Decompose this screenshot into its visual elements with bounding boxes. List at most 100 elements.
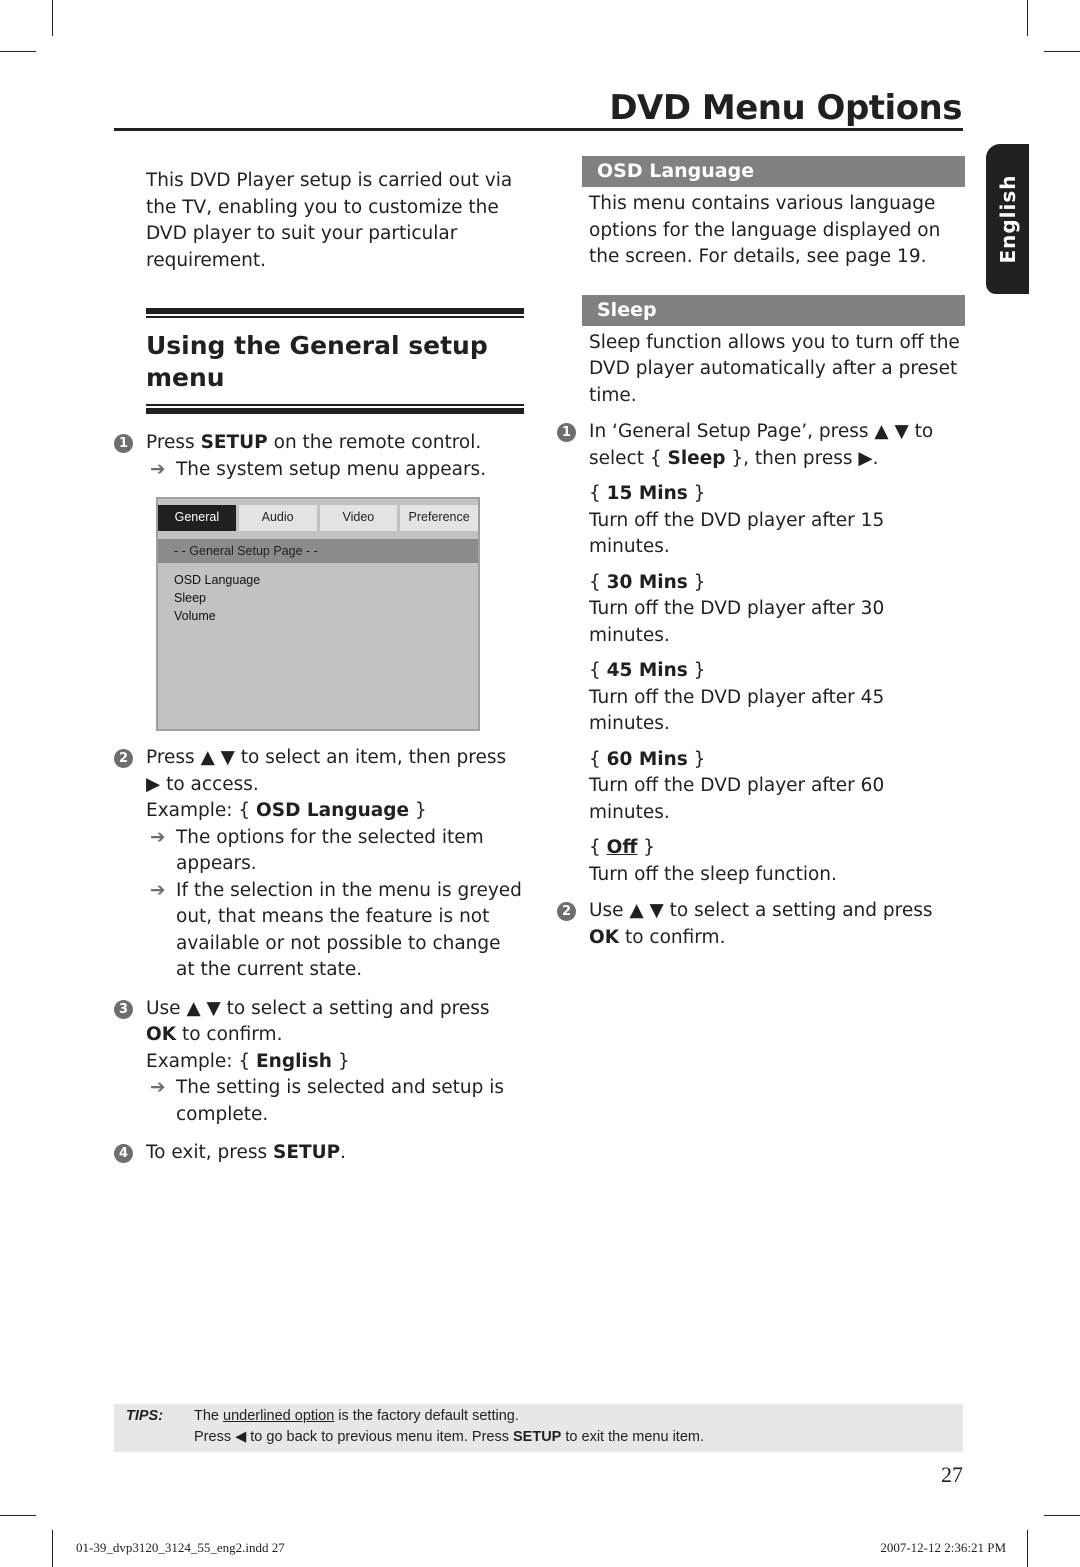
menu-page-title: - - General Setup Page - - (174, 544, 318, 558)
example-text: } (331, 1050, 350, 1072)
step-3: 3 Use ▲ ▼ to select a setting and press … (114, 996, 524, 1129)
section-title: Using the General setup menu (146, 331, 488, 392)
example-line: Example: { OSD Language } (146, 798, 524, 825)
step-result: ➔ If the selection in the menu is greyed… (146, 878, 524, 984)
sleep-option: { 15 Mins } Turn off the DVD player afte… (589, 481, 967, 561)
step-text: }, then press ▶. (725, 447, 879, 469)
menu-tab-general: General (158, 505, 236, 531)
sleep-option: { 30 Mins } Turn off the DVD player afte… (589, 570, 967, 650)
option-description: Turn off the DVD player after 30 minutes… (589, 598, 885, 646)
step-text: Press ▲ ▼ to select an item, then press … (146, 747, 507, 795)
option-description: Turn off the DVD player after 60 minutes… (589, 775, 885, 823)
tips-line-1: The underlined option is the factory def… (194, 1408, 519, 1424)
example-key: English (256, 1050, 332, 1072)
sleep-option: { 60 Mins } Turn off the DVD player afte… (589, 747, 967, 827)
heading-rule (146, 404, 524, 406)
print-slug-date: 2007-12-12 2:36:21 PM (880, 1540, 1006, 1555)
option-label: 15 Mins (606, 483, 688, 504)
option-label: 45 Mins (606, 660, 688, 681)
tips-text: to exit the menu item. (561, 1429, 705, 1445)
menu-tab-audio: Audio (238, 505, 317, 531)
example-text: Example: { (146, 1050, 257, 1072)
tips-line-2: Press ◀ to go back to previous menu item… (194, 1429, 704, 1445)
crop-mark (1044, 1515, 1080, 1516)
example-key: OSD Language (256, 800, 410, 821)
crop-mark (0, 1515, 36, 1516)
crop-mark (1044, 51, 1080, 52)
step-4: 4 To exit, press SETUP. (114, 1140, 524, 1167)
menu-tab-preference: Preference (400, 505, 478, 531)
result-text: If the selection in the menu is greyed o… (176, 879, 522, 981)
example-text: Example: { (146, 800, 257, 821)
step-result: ➔ The setting is selected and setup is c… (146, 1075, 524, 1128)
example-line: Example: { English } (146, 1049, 524, 1076)
menu-page-title-bar: - - General Setup Page - - (158, 539, 478, 563)
crop-mark (52, 1530, 53, 1567)
tips-label: TIPS: (126, 1408, 164, 1424)
sleep-description: Sleep function allows you to turn off th… (589, 331, 960, 406)
step-text: Use ▲ ▼ to select a setting and press (589, 900, 933, 921)
menu-item: Volume (174, 609, 216, 623)
step-text: To exit, press (146, 1142, 273, 1163)
step-text: on the remote control. (267, 432, 482, 453)
sleep-step-2: 2 Use ▲ ▼ to select a setting and press … (557, 898, 967, 951)
heading-rule (146, 308, 524, 314)
language-side-tab-label: English (995, 174, 1020, 264)
right-column: OSD Language This menu contains various … (557, 156, 967, 951)
tips-text: Press ◀ to go back to previous menu item… (194, 1429, 514, 1445)
step-1: 1 Press SETUP on the remote control. ➔ T… (114, 430, 524, 483)
option-label-default: Off (606, 837, 638, 858)
tips-box: TIPS: The underlined option is the facto… (114, 1404, 963, 1452)
sleep-option: { 45 Mins } Turn off the DVD player afte… (589, 658, 967, 738)
option-description: Turn off the DVD player after 15 minutes… (589, 509, 885, 558)
option-description: Turn off the sleep function. (589, 863, 837, 885)
crop-mark (1027, 1530, 1028, 1567)
step-number-badge: 2 (557, 902, 576, 921)
step-number-badge: 4 (114, 1144, 133, 1163)
arrow-right-icon: ➔ (150, 879, 166, 901)
option-label: 60 Mins (606, 748, 688, 770)
step-number-badge: 2 (114, 749, 133, 768)
result-text: The system setup menu appears. (176, 458, 487, 480)
crop-mark (0, 51, 36, 52)
page-title: DVD Menu Options (609, 88, 962, 128)
option-label: 30 Mins (606, 571, 688, 593)
step-result: ➔ The system setup menu appears. (146, 457, 524, 484)
example-text: } (409, 800, 427, 821)
left-column: This DVD Player setup is carried out via… (114, 168, 524, 1167)
result-text: The setting is selected and setup is com… (176, 1077, 505, 1125)
heading-rule (146, 316, 524, 318)
crop-mark (1027, 0, 1028, 36)
arrow-right-icon: ➔ (150, 458, 166, 480)
step-text: to confirm. (619, 926, 726, 948)
menu-item: OSD Language (174, 573, 261, 587)
section-heading-block: Using the General setup menu (146, 308, 524, 414)
key-name: Sleep (667, 447, 726, 469)
sleep-heading: Sleep (582, 294, 965, 326)
menu-tabs: General Audio Video Preference (158, 505, 478, 531)
step-text: Use ▲ ▼ to select a setting and press (146, 997, 490, 1019)
option-description: Turn off the DVD player after 45 minutes… (589, 686, 885, 735)
osd-language-heading: OSD Language (582, 156, 965, 187)
key-name: SETUP (513, 1429, 562, 1445)
print-slug-file: 01-39_dvp3120_3124_55_eng2.indd 27 (76, 1540, 285, 1555)
step-text: Press (146, 432, 201, 453)
key-name: OK (589, 926, 620, 948)
menu-item-list: OSD Language Sleep Volume (174, 571, 260, 625)
step-number-badge: 3 (114, 999, 133, 1019)
language-side-tab: English (986, 144, 1029, 294)
heading-rule (146, 408, 524, 414)
tips-text: The (194, 1408, 224, 1424)
setup-menu-screenshot: General Audio Video Preference - - Gener… (156, 497, 480, 731)
step-text: . (340, 1142, 347, 1163)
menu-tab-video: Video (319, 505, 398, 531)
step-number-badge: 1 (114, 434, 133, 453)
key-name: SETUP (273, 1142, 341, 1163)
sleep-option-default: { Off } Turn off the sleep function. (589, 835, 967, 888)
step-result: ➔ The options for the selected item appe… (146, 825, 524, 878)
key-name: SETUP (200, 432, 268, 453)
crop-mark (52, 0, 53, 36)
step-number-badge: 1 (557, 423, 576, 442)
key-name: OK (146, 1024, 177, 1045)
arrow-right-icon: ➔ (150, 1077, 166, 1098)
